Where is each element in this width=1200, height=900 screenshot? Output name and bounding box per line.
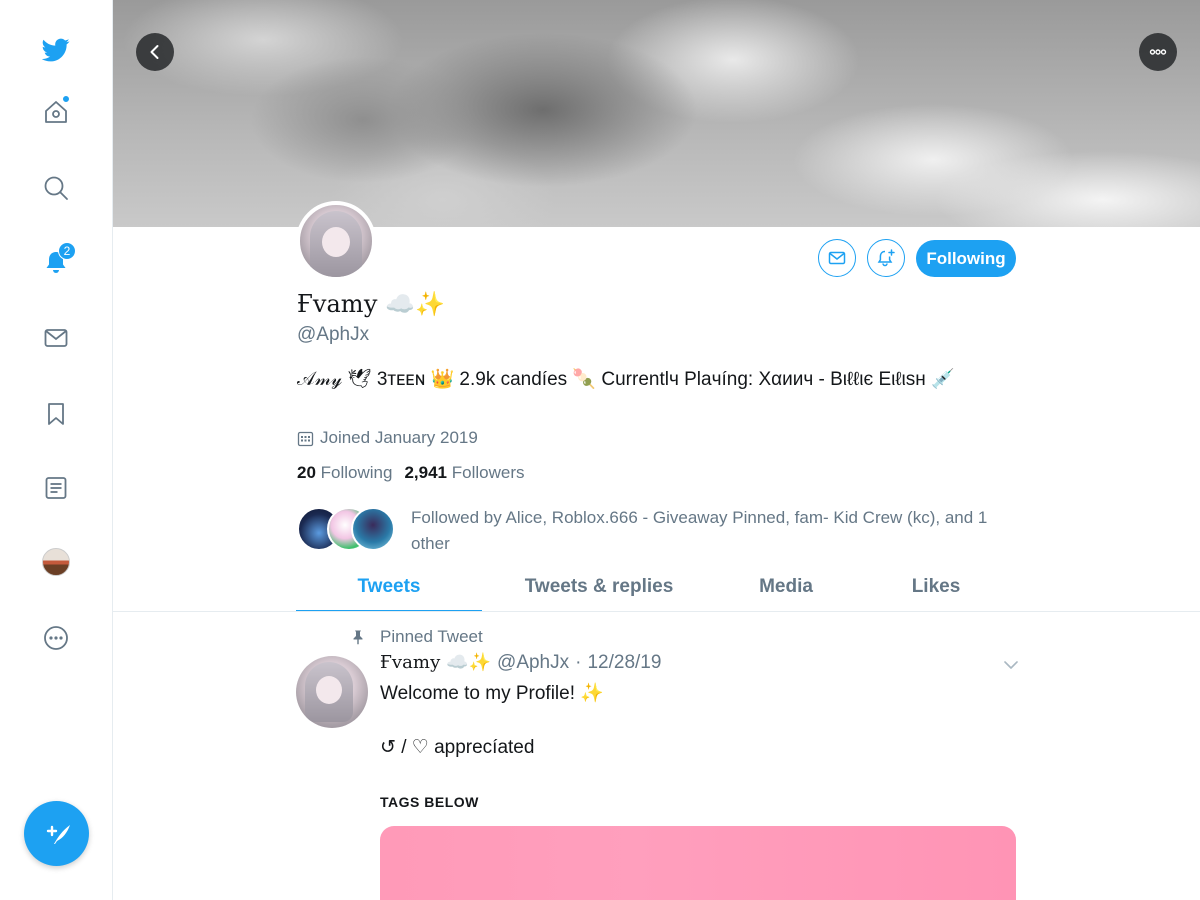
tab-tweets[interactable]: Tweets — [296, 566, 482, 612]
pinned-label: Pinned Tweet — [380, 627, 483, 646]
back-arrow-icon — [150, 45, 159, 59]
mail-icon — [828, 251, 846, 265]
following-count: 20 — [297, 463, 316, 482]
calendar-icon — [297, 431, 314, 446]
back-button[interactable] — [136, 33, 174, 71]
bell-plus-icon — [877, 249, 895, 267]
message-button[interactable] — [818, 239, 856, 277]
tweet-author-name[interactable]: Ғvаmу ☁️✨ — [380, 652, 491, 673]
joined-date: Joined January 2019 — [297, 428, 478, 448]
compose-tweet-button[interactable] — [24, 801, 89, 866]
tweet-separator: · — [575, 652, 582, 673]
tweet-header: Ғvаmу ☁️✨ @AphJx · 12/28/19 — [380, 652, 661, 674]
tags-heading: TAGS BELOW — [380, 794, 479, 810]
profile-avatar[interactable] — [296, 201, 376, 281]
mutual-avatar — [351, 507, 395, 551]
following-count-link[interactable]: 20 Following — [297, 463, 392, 483]
tweet-author-avatar[interactable] — [296, 656, 368, 728]
notifications-toggle-button[interactable] — [867, 239, 905, 277]
pinned-indicator: Pinned Tweet — [350, 627, 483, 647]
profile-display-name: Ғvаmу ☁️✨ — [297, 290, 446, 318]
tab-tweets-replies[interactable]: Tweets & replies — [482, 566, 716, 612]
mutual-avatars — [297, 505, 397, 553]
divider — [113, 611, 1200, 612]
account-avatar[interactable] — [42, 548, 70, 576]
profile-handle: @AphJx — [297, 324, 370, 345]
bell-icon[interactable]: 2 — [36, 242, 76, 282]
tab-likes[interactable]: Likes — [856, 566, 1016, 612]
bookmark-icon[interactable] — [36, 394, 76, 434]
followers-label: Followers — [451, 463, 525, 482]
mail-icon[interactable] — [36, 318, 76, 358]
profile-bio: 𝒜𝓂𝓎 🕊 3ᴛᴇᴇɴ 👑 2.9k candíes 🍡 Currentlч P… — [297, 369, 955, 390]
compose-icon — [46, 824, 70, 844]
notifications-badge: 2 — [58, 242, 76, 260]
pin-icon — [353, 630, 363, 645]
tweet-author-handle[interactable]: @AphJx — [497, 652, 569, 674]
more-icon[interactable] — [36, 618, 76, 658]
followers-count-link[interactable]: 2,941 Followers — [404, 463, 524, 483]
twitter-bird-icon[interactable] — [36, 30, 76, 70]
home-icon[interactable] — [36, 92, 76, 132]
tweet-date[interactable]: 12/28/19 — [587, 652, 661, 674]
followed-by[interactable]: Followed by Alice, Roblox.666 - Giveaway… — [297, 505, 1011, 557]
ellipsis-icon — [1149, 49, 1167, 55]
following-label: Following — [320, 463, 393, 482]
profile-stats: 20 Following 2,941 Followers — [297, 463, 525, 483]
following-button[interactable]: Following — [916, 240, 1016, 277]
sidebar: 2 — [0, 0, 113, 900]
profile-tabs: Tweets Tweets & replies Media Likes — [296, 566, 1016, 612]
search-icon[interactable] — [36, 168, 76, 208]
tweet-text: Welcome to my Profile! ✨ — [380, 683, 604, 704]
joined-text: Joined January 2019 — [320, 428, 478, 447]
tab-media[interactable]: Media — [716, 566, 856, 612]
profile-banner — [113, 0, 1200, 227]
tweet-media-card[interactable] — [380, 826, 1016, 900]
followed-by-text: Followed by Alice, Roblox.666 - Giveaway… — [411, 508, 988, 553]
list-icon[interactable] — [36, 468, 76, 508]
tweet-text-line: ↺ / ♡ apprecíated — [380, 737, 535, 758]
chevron-down-icon[interactable] — [1002, 656, 1020, 674]
more-options-button[interactable] — [1139, 33, 1177, 71]
followers-count: 2,941 — [404, 463, 448, 482]
home-new-dot — [62, 95, 70, 103]
